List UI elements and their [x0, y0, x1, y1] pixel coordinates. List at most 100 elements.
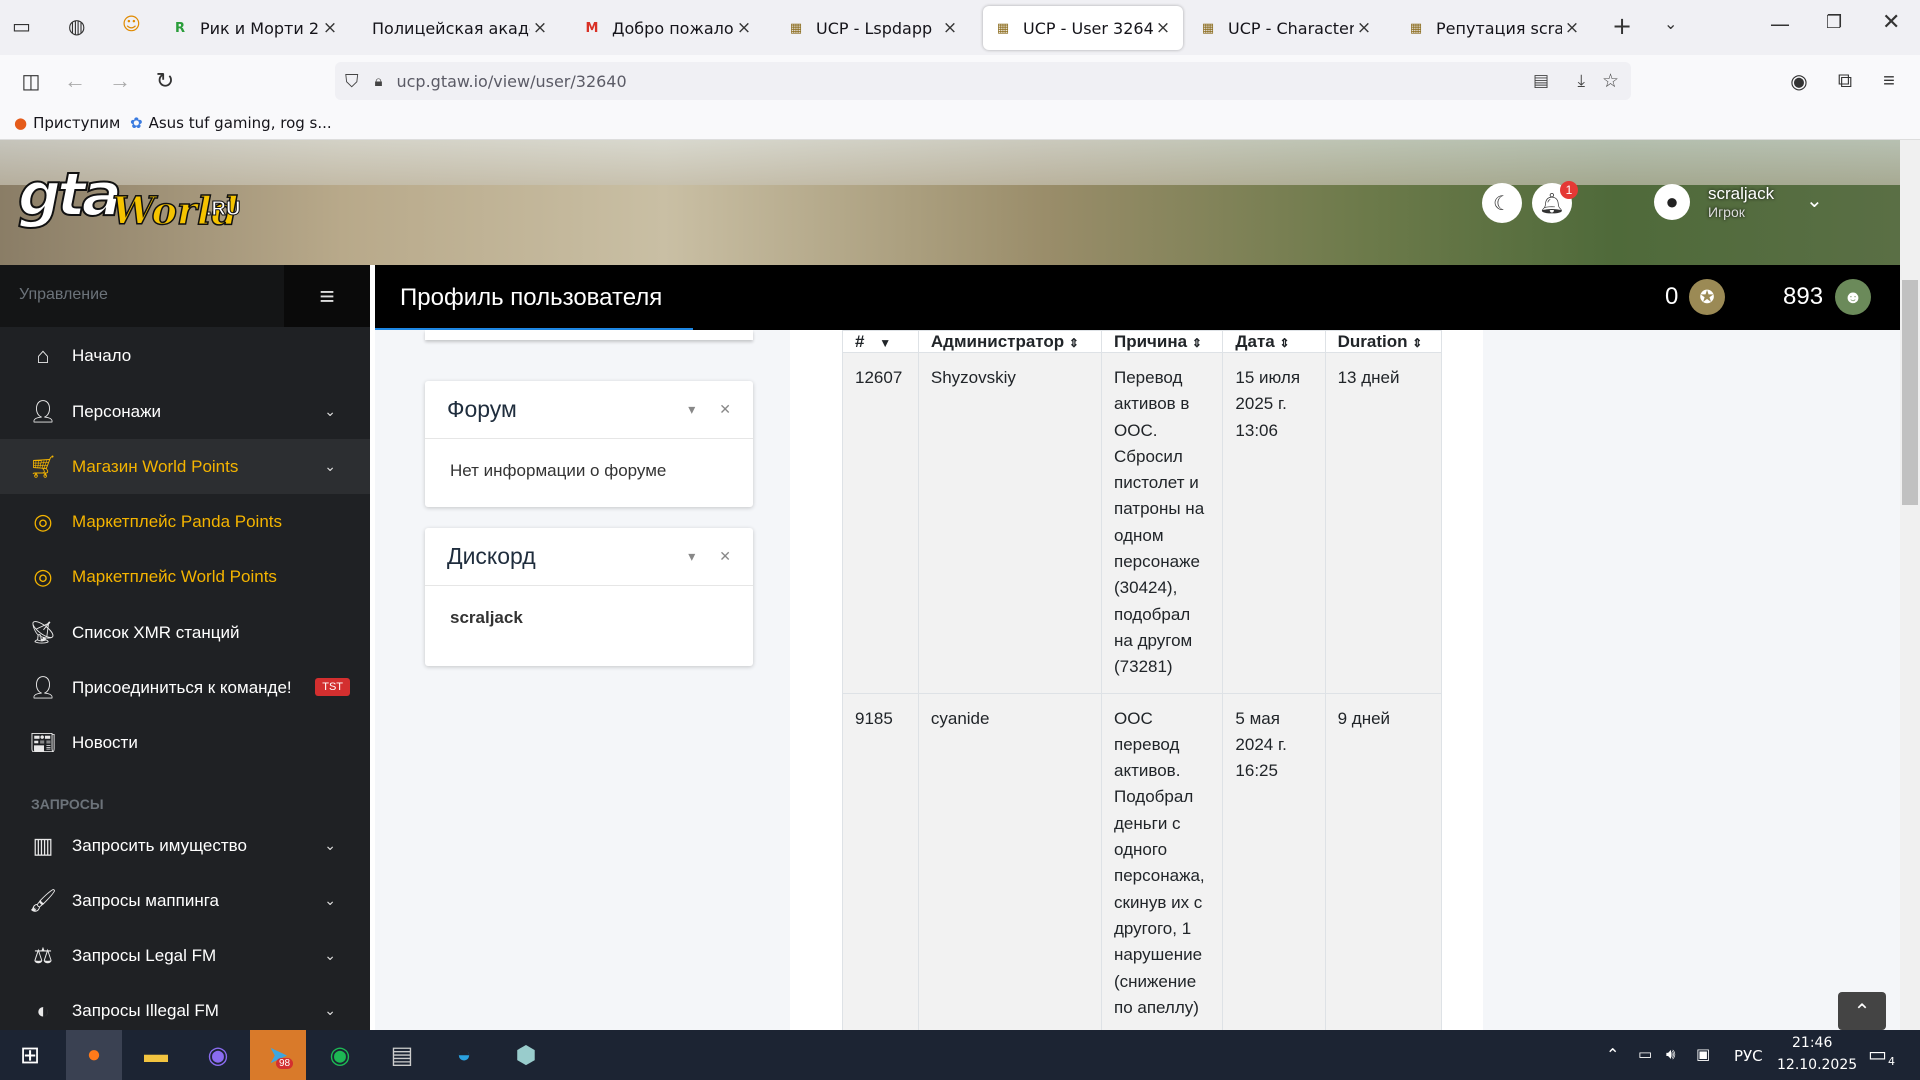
close-icon[interactable]: × — [1354, 18, 1374, 38]
bookmark-star-icon[interactable]: ☆ — [1602, 70, 1619, 92]
site-logo[interactable]: gta — [17, 159, 123, 231]
tab-2[interactable]: M Добро пожаловать × — [572, 6, 764, 50]
scrollbar-thumb[interactable] — [1902, 280, 1918, 505]
col-date[interactable]: Дата ⇕ — [1222, 330, 1326, 353]
sidebar-item-label: Запросы Legal FM — [72, 945, 217, 965]
windows-start-icon[interactable]: ⊞ — [2, 1030, 58, 1080]
save-page-icon[interactable]: ⤓ — [1577, 71, 1585, 91]
cell-id: 12607 — [842, 352, 919, 694]
close-icon[interactable]: × — [940, 18, 960, 38]
lock-icon[interactable]: 🔒︎ — [375, 72, 383, 90]
tab-1[interactable]: Полицейская академия × — [362, 6, 560, 50]
cell-reason: Перевод активов в ООС. Сбросил пистолет … — [1100, 352, 1224, 694]
bookmarks-bar: ● Приступим ✿ Asus tuf gaming, rog s... — [0, 106, 1920, 140]
window-close-icon[interactable]: ✕ — [1882, 10, 1900, 35]
sidebar-item-join-team[interactable]: 👤︎ Присоединиться к команде! TST — [0, 660, 370, 715]
sidebar-section-title: Управление — [19, 286, 108, 303]
collapse-icon[interactable]: ▾ — [688, 401, 695, 418]
sidebar-item-wp-market[interactable]: ◎ Маркетплейс World Points — [0, 549, 370, 604]
tab-label: UCP - User 32640 — [1023, 18, 1153, 38]
user-role: Игрок — [1708, 204, 1745, 220]
col-header-label: Администратор — [930, 332, 1065, 351]
globe-icon[interactable]: ◍ — [68, 14, 85, 38]
url-host: ucp.gtaw.io — [396, 71, 488, 91]
sidebar-item-news[interactable]: 📰︎ Новости — [0, 715, 370, 770]
sort-icon: ⇕ — [1279, 336, 1290, 350]
pinned-tab-icon[interactable]: ☺ — [122, 14, 141, 35]
col-id[interactable]: # ▼ — [842, 330, 919, 353]
close-icon[interactable]: ✕ — [719, 548, 731, 565]
discord-card-body: scraljack — [450, 608, 523, 627]
sidebar-toggle-icon[interactable]: ◫ — [16, 66, 46, 96]
sidebar-item-wp-shop[interactable]: 🛒︎ Магазин World Points ⌄ — [0, 439, 370, 494]
tab-5[interactable]: ▦ UCP - Character 767 × — [1188, 6, 1384, 50]
close-icon[interactable]: ✕ — [719, 401, 731, 418]
tab-overview-icon[interactable]: ▭ — [12, 14, 31, 38]
col-duration[interactable]: Duration ⇕ — [1324, 330, 1443, 353]
sidebar-item-xmr[interactable]: 📡︎ Список XMR станций — [0, 605, 370, 660]
sidebar-item-mapping[interactable]: 🖌︎ Запросы маппинга ⌄ — [0, 873, 370, 928]
sidebar-item-home[interactable]: ⌂ Начало — [0, 328, 370, 383]
reader-view-icon[interactable]: ▤ — [1533, 71, 1549, 91]
telegram-icon[interactable]: ➤ — [250, 1030, 306, 1080]
page-scrollbar[interactable] — [1900, 140, 1920, 1030]
close-icon[interactable]: × — [1153, 18, 1173, 38]
bookmark-0[interactable]: ● Приступим — [14, 114, 120, 132]
back-icon[interactable]: ← — [60, 66, 90, 96]
bookmark-label: Приступим — [33, 114, 121, 132]
edge-icon[interactable]: ◒ — [436, 1030, 492, 1080]
close-icon[interactable]: × — [734, 18, 754, 38]
tab-4-active[interactable]: ▦ UCP - User 32640 × — [983, 6, 1183, 50]
minimize-icon[interactable]: — — [1770, 12, 1790, 36]
url-bar[interactable]: ⛉ 🔒︎ ucp.gtaw.io/view/user/32640 ▤ ⤓ ☆ — [335, 62, 1631, 100]
clock-date[interactable]: 12.10.2025 — [1777, 1057, 1857, 1073]
spotify-icon[interactable]: ◉ — [312, 1030, 368, 1080]
extensions-icon[interactable]: ⧉ — [1830, 66, 1860, 96]
scale-icon: ⚖︎ — [33, 942, 53, 968]
restore-icon[interactable]: ❐ — [1826, 12, 1842, 33]
col-admin[interactable]: Администратор ⇕ — [917, 330, 1103, 353]
clock-time[interactable]: 21:46 — [1792, 1035, 1832, 1051]
user-name[interactable]: scraljack — [1708, 184, 1774, 204]
bookmark-1[interactable]: ✿ Asus tuf gaming, rog s... — [130, 114, 332, 132]
explorer-icon[interactable]: ▬ — [128, 1030, 184, 1080]
new-tab-icon[interactable]: + — [1612, 12, 1632, 40]
sidebar-item-characters[interactable]: 👤︎ Персонажи ⌄ — [0, 384, 370, 439]
close-icon[interactable]: × — [320, 18, 340, 38]
hamburger-icon[interactable]: ≡ — [284, 265, 370, 327]
reload-icon[interactable]: ↻ — [150, 66, 180, 96]
telegram-badge: 98 — [276, 1058, 294, 1069]
close-icon[interactable]: × — [530, 18, 550, 38]
scroll-top-button[interactable]: ⌃ — [1838, 992, 1886, 1030]
forward-icon[interactable]: → — [105, 66, 135, 96]
collapse-icon[interactable]: ▾ — [688, 548, 695, 565]
network-icon[interactable]: ▣ — [1696, 1045, 1710, 1063]
account-icon[interactable]: ◉ — [1784, 66, 1814, 96]
close-icon[interactable]: × — [1562, 18, 1582, 38]
menu-icon[interactable]: ≡ — [1874, 66, 1904, 96]
brush-icon: 🖌︎ — [29, 887, 57, 913]
app-icon[interactable]: ▤ — [374, 1030, 430, 1080]
launcher-icon[interactable]: ⬢ — [498, 1030, 554, 1080]
chevron-down-icon[interactable]: ⌄ — [1806, 188, 1823, 213]
tray-chevron-icon[interactable]: ⌃ — [1606, 1045, 1619, 1064]
dark-mode-icon[interactable]: ☾ — [1482, 183, 1522, 223]
tab-3[interactable]: ▦ UCP - Lspdapp × — [776, 6, 970, 50]
col-reason[interactable]: Причина ⇕ — [1100, 330, 1224, 353]
discord-icon[interactable]: ◉ — [190, 1030, 246, 1080]
firefox-taskbar-icon[interactable]: ● — [66, 1030, 122, 1080]
shield-icon[interactable]: ⛉ — [345, 71, 359, 92]
tab-6[interactable]: ▦ Репутация scraljack × — [1396, 6, 1592, 50]
tab-list-icon[interactable]: ⌄ — [1664, 14, 1677, 33]
card-bottom-edge — [425, 330, 753, 340]
sidebar-item-panda-market[interactable]: ◎ Маркетплейс Panda Points — [0, 494, 370, 549]
sidebar-item-property[interactable]: ▥ Запросить имущество ⌄ — [0, 818, 370, 873]
sidebar-item-label: Персонажи — [72, 401, 161, 421]
notifications-icon[interactable]: ▭ — [1868, 1042, 1887, 1066]
language-indicator[interactable]: РУС — [1734, 1047, 1763, 1065]
tab-0[interactable]: R Рик и Морти 2 сезо × — [160, 6, 350, 50]
battery-icon[interactable]: ▭ — [1638, 1045, 1652, 1063]
volume-icon[interactable]: 🔊︎ — [1666, 1045, 1675, 1063]
avatar[interactable]: ● — [1654, 184, 1690, 220]
sidebar-item-legal-fm[interactable]: ⚖︎ Запросы Legal FM ⌄ — [0, 928, 370, 983]
